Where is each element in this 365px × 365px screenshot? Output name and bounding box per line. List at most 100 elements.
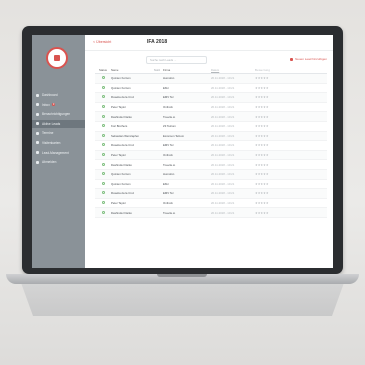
status-circle-icon — [101, 201, 105, 205]
nav-icon — [36, 160, 39, 164]
datum-cell: 20.11.2018 - 10:21 — [211, 95, 235, 100]
nav-icon — [36, 141, 39, 145]
laptop-lid: Dashboard Inbox 3 Benachrichtigungen Aktive … — [22, 26, 343, 274]
table-row[interactable]: Dashinder Darko Treecle.io 20.11.2018 - 10… — [95, 160, 327, 170]
datum-cell: 20.11.2018 - 10:21 — [211, 105, 235, 110]
rating-cell: ★★★★★ — [255, 172, 269, 177]
status-circle-icon — [101, 95, 105, 99]
table-row[interactable]: Peter Taylor Onfrock 20.11.2018 - 10:21 ★★★… — [95, 199, 327, 209]
search-input[interactable]: Suche nach Leads ... — [146, 56, 207, 64]
datum-cell: 20.11.2018 - 10:21 — [211, 76, 235, 81]
sidebar-item-5[interactable]: Visitenkarten — [32, 139, 85, 147]
name-cell: Rosetta da la Cruz — [111, 191, 135, 196]
rating-cell: ★★★★★ — [255, 191, 269, 196]
table-row[interactable]: Peter Taylor Onfrock 20.11.2018 - 10:21 ★★★… — [95, 150, 327, 161]
sidebar-item-4[interactable]: Termine — [32, 129, 85, 137]
col-firma[interactable]: Firma — [163, 68, 211, 72]
table-row[interactable]: Quinten Kortum Humofon 20.11.2018 - 10:21 ★… — [95, 169, 327, 180]
table-row[interactable]: Rosetta da la Cruz EMV Tel 20.11.2018 - 10… — [95, 93, 327, 103]
status-cell — [95, 114, 111, 119]
datum-cell: 20.11.2018 - 10:21 — [211, 153, 235, 158]
name-cell: Rosetta da la Cruz — [111, 95, 135, 100]
status-circle-icon — [101, 181, 105, 185]
status-circle-icon — [101, 210, 105, 214]
sidebar-item-3[interactable]: Aktive Leads — [32, 119, 85, 128]
name-cell: Quinten Kortum — [111, 172, 131, 177]
nav-icon — [36, 131, 39, 135]
firma-cell: Treecle.io — [163, 162, 176, 167]
firma-cell: Humofon — [163, 172, 175, 177]
sidebar-item-0[interactable]: Dashboard — [32, 91, 85, 99]
status-circle-icon — [101, 191, 105, 195]
datum-cell: 20.11.2018 - 10:21 — [211, 85, 235, 90]
datum-cell: 20.11.2018 - 10:21 — [211, 124, 235, 129]
app-screen: Dashboard Inbox 3 Benachrichtigungen Aktive … — [32, 35, 333, 268]
status-circle-icon — [101, 85, 105, 89]
status-cell — [95, 153, 111, 157]
name-cell: Dashinder Darko — [111, 210, 132, 215]
sidebar-item-2[interactable]: Benachrichtigungen — [32, 110, 85, 118]
firma-cell: Onfrock — [163, 153, 173, 158]
rating-cell: ★★★★★ — [255, 76, 269, 81]
table-row[interactable]: Rosetta da la Cruz EMV Tel 20.11.2018 - 10… — [95, 141, 327, 151]
name-cell: Kori Brothers — [111, 124, 128, 129]
table-row[interactable]: Peter Taylor Onfrock 20.11.2018 - 10:21 ★★★… — [95, 103, 327, 113]
col-name[interactable]: Name — [111, 68, 151, 72]
sidebar-item-label: Aktive Leads — [42, 121, 61, 126]
col-note[interactable]: Notiz — [151, 68, 163, 72]
back-link[interactable]: < Übersicht — [93, 40, 111, 44]
status-cell — [95, 210, 111, 215]
firma-cell: EMV Tel — [163, 95, 174, 100]
sidebar-item-6[interactable]: Lead-Management — [32, 149, 85, 157]
col-rating[interactable]: Bewertung — [255, 68, 291, 72]
table-row[interactable]: Rosetta da la Cruz EMV Tel 20.11.2018 - 10… — [95, 189, 327, 199]
page-title: IFA 2018 — [147, 39, 168, 45]
table-row[interactable]: Kori Brothers Z3 Telcom 20.11.2018 - 10:21… — [95, 122, 327, 132]
status-cell — [95, 95, 111, 99]
table-row[interactable]: Dashinder Darko Treecle.io 20.11.2018 - 10… — [95, 208, 327, 218]
sidebar-item-label: Lead-Management — [42, 150, 69, 155]
table-row[interactable]: Dashinder Darko Treecle.io 20.11.2018 - 10… — [95, 112, 327, 122]
name-cell: Quinten Kortum — [111, 85, 131, 90]
datum-cell: 20.11.2018 - 10:21 — [211, 162, 235, 167]
rating-cell: ★★★★★ — [255, 105, 269, 110]
status-circle-icon — [101, 124, 105, 128]
status-circle-icon — [101, 143, 105, 147]
datum-cell: 20.11.2018 - 10:21 — [211, 114, 235, 119]
status-cell — [95, 76, 111, 80]
rating-cell: ★★★★★ — [255, 114, 269, 119]
sidebar-item-1[interactable]: Inbox 3 — [32, 101, 85, 109]
rating-cell: ★★★★★ — [255, 143, 269, 148]
name-cell: Peter Taylor — [111, 105, 126, 110]
add-lead-button[interactable]: Neuen Lead hinzufügen — [290, 57, 327, 61]
table-row[interactable]: Sebastian Weinzapfen Exxsmon Telcom 20.11.… — [95, 131, 327, 142]
rating-cell: ★★★★★ — [255, 153, 269, 158]
table-row[interactable]: Quinten Kortum Humofon 20.11.2018 - 10:21 ★… — [95, 74, 327, 84]
table-row[interactable]: Quinten Kortum Effor 20.11.2018 - 10:21 ★★★… — [95, 180, 327, 190]
firma-cell: Z3 Telcom — [163, 124, 176, 129]
status-cell — [95, 124, 111, 128]
name-cell: Rosetta da la Cruz — [111, 143, 135, 148]
name-cell: Quinten Kortum — [111, 76, 131, 81]
table-row[interactable]: Quinten Kortum Effor 20.11.2018 - 10:21 ★★★… — [95, 84, 327, 94]
status-cell — [95, 133, 111, 138]
name-cell: Peter Taylor — [111, 201, 126, 206]
rating-cell: ★★★★★ — [255, 162, 269, 167]
col-status[interactable]: Status — [95, 68, 111, 72]
col-datum[interactable]: Datum — [211, 68, 255, 72]
sidebar-item-7[interactable]: Abmelden — [32, 158, 85, 166]
status-cell — [95, 191, 111, 195]
rating-cell: ★★★★★ — [255, 181, 269, 186]
status-circle-icon — [101, 76, 105, 80]
rating-cell: ★★★★★ — [255, 210, 269, 215]
firma-cell: EMV Tel — [163, 191, 174, 196]
datum-cell: 20.11.2018 - 10:21 — [211, 143, 235, 148]
status-cell — [95, 201, 111, 205]
status-circle-icon — [101, 153, 105, 157]
status-circle-icon — [101, 133, 105, 137]
status-cell — [95, 162, 111, 167]
name-cell: Dashinder Darko — [111, 162, 132, 167]
nav-icon — [36, 93, 39, 97]
brand-logo-icon[interactable] — [46, 47, 68, 69]
rating-cell: ★★★★★ — [255, 124, 269, 129]
